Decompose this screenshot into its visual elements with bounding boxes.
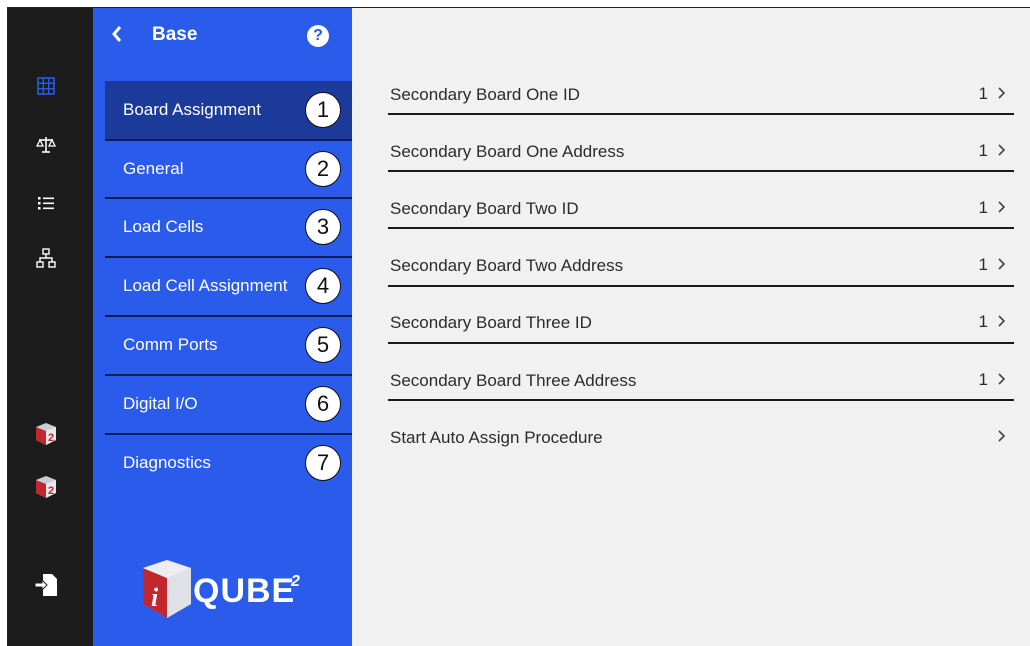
row-divider: [388, 170, 1014, 172]
row-divider: [388, 113, 1014, 115]
sidebar: Base ? Board Assignment General Load Cel…: [93, 8, 352, 646]
setting-row[interactable]: Secondary Board Two ID 1: [388, 175, 1014, 232]
back-chevron-icon[interactable]: [108, 22, 126, 46]
logout-icon[interactable]: [34, 572, 58, 598]
menu-item-label: Board Assignment: [123, 100, 261, 119]
callout-badge: 3: [305, 209, 341, 245]
row-divider: [388, 342, 1014, 344]
grid-icon[interactable]: [36, 76, 56, 96]
main-panel: Secondary Board One ID 1 Secondary Board…: [352, 8, 1030, 646]
help-icon[interactable]: ?: [307, 25, 329, 47]
row-value: 1: [978, 84, 988, 103]
network-icon[interactable]: [36, 248, 56, 268]
menu-item-label: Digital I/O: [123, 394, 198, 413]
menu-item-label: Load Cells: [123, 217, 204, 236]
setting-row[interactable]: Secondary Board Two Address 1: [388, 232, 1014, 289]
row-label: Secondary Board One Address: [390, 142, 625, 161]
row-divider: [388, 227, 1014, 229]
svg-text:2: 2: [48, 485, 54, 497]
row-value: 1: [978, 141, 988, 160]
callout-badge: 7: [305, 445, 341, 481]
iqube-logo: i QUBE 2: [133, 556, 323, 626]
scale-icon[interactable]: [36, 135, 56, 155]
row-label: Secondary Board One ID: [390, 85, 580, 104]
callout-badge: 1: [305, 92, 341, 128]
svg-text:2: 2: [48, 432, 54, 444]
callout-badge: 6: [305, 386, 341, 422]
row-value: 1: [978, 198, 988, 217]
chevron-right-icon: [998, 144, 1006, 156]
row-divider: [388, 399, 1014, 401]
row-value: 1: [978, 312, 988, 331]
row-value: 1: [978, 255, 988, 274]
chevron-right-icon: [998, 201, 1006, 213]
row-label: Secondary Board Three ID: [390, 313, 592, 332]
chevron-right-icon: [998, 315, 1006, 327]
iqube-icon[interactable]: 2: [34, 421, 58, 447]
chevron-right-icon: [998, 258, 1006, 270]
logo-superscript: 2: [290, 573, 300, 590]
callout-badge: 2: [305, 151, 341, 187]
icon-rail: 2 2: [8, 8, 93, 646]
row-divider: [388, 285, 1014, 287]
menu-item-label: Comm Ports: [123, 335, 218, 354]
row-label: Secondary Board Three Address: [390, 371, 637, 390]
logo-text: QUBE: [193, 572, 295, 610]
list-icon[interactable]: [36, 193, 56, 213]
setting-row[interactable]: Secondary Board Three ID 1: [388, 289, 1014, 346]
setting-row[interactable]: Secondary Board One Address 1: [388, 118, 1014, 175]
chevron-right-icon: [998, 87, 1006, 99]
row-label: Start Auto Assign Procedure: [390, 428, 603, 447]
row-label: Secondary Board Two ID: [390, 199, 579, 218]
callout-badge: 5: [305, 327, 341, 363]
row-value: 1: [978, 370, 988, 389]
iqube-icon[interactable]: 2: [34, 474, 58, 500]
chevron-right-icon: [998, 430, 1006, 442]
chevron-right-icon: [998, 373, 1006, 385]
menu-item-label: Load Cell Assignment: [123, 276, 288, 295]
sidebar-title: Base: [152, 24, 198, 45]
menu-item-label: General: [123, 159, 184, 178]
svg-text:i: i: [151, 583, 159, 612]
sidebar-header: Base ?: [93, 8, 352, 63]
row-label: Secondary Board Two Address: [390, 256, 624, 275]
callout-badge: 4: [305, 268, 341, 304]
menu-item-label: Diagnostics: [123, 453, 211, 472]
setting-row[interactable]: Secondary Board One ID 1: [388, 61, 1014, 118]
setting-row[interactable]: Secondary Board Three Address 1: [388, 347, 1014, 404]
start-auto-assign-row[interactable]: Start Auto Assign Procedure: [388, 404, 1014, 461]
